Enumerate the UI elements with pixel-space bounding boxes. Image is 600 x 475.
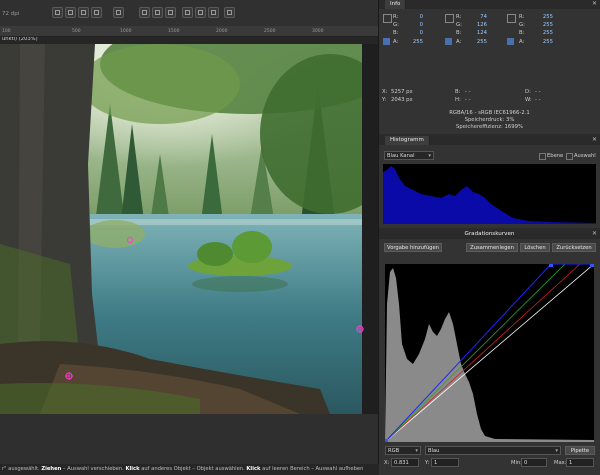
tab-histogram[interactable]: Histogramm — [385, 136, 430, 145]
crosshair-icon[interactable] — [383, 38, 390, 45]
ruler-tick: 2500 — [264, 29, 276, 34]
ruler-tick: 1500 — [168, 29, 180, 34]
curves-channel-select[interactable]: Blau — [425, 446, 561, 456]
histogram-channel-select[interactable]: Blau Kanal — [384, 151, 434, 161]
ruler-tick: 100 — [2, 29, 11, 34]
ruler-tick: 2000 — [216, 29, 228, 34]
align-center-button[interactable] — [152, 7, 163, 18]
ruler-tick: 500 — [72, 29, 81, 34]
memory-usage: Speicherdruck: 3% — [464, 117, 515, 123]
transform-button[interactable] — [65, 7, 76, 18]
align-left-button[interactable] — [139, 7, 150, 18]
canvas-empty-area — [0, 414, 378, 464]
crosshair-icon[interactable] — [445, 38, 452, 45]
cursor-x-value: 5257 px — [391, 89, 413, 95]
crosshair-icon[interactable] — [507, 38, 514, 45]
delete-button[interactable]: Löschen — [520, 243, 550, 252]
close-icon[interactable]: ✕ — [592, 230, 597, 237]
sampler-icon[interactable] — [383, 14, 392, 23]
curve-point[interactable] — [590, 264, 594, 267]
align-top-button[interactable] — [52, 7, 63, 18]
snap-button[interactable] — [113, 7, 124, 18]
crop-button[interactable] — [78, 7, 89, 18]
ruler-tick: 3000 — [312, 29, 324, 34]
ruler-horizontal: 100 500 1000 1500 2000 2500 3000 — [0, 26, 378, 37]
memory-efficiency: Speichereffizienz: 1699% — [455, 124, 524, 130]
curve-y-input[interactable]: 1 — [431, 458, 459, 467]
sampler-icon[interactable] — [445, 14, 454, 23]
align-middle-button[interactable] — [195, 7, 206, 18]
sampler-icon[interactable] — [507, 14, 516, 23]
histogram-graph — [383, 164, 596, 224]
curve-point[interactable] — [549, 264, 553, 267]
align-right-button[interactable] — [165, 7, 176, 18]
cursor-y-value: 2043 px — [391, 97, 413, 103]
histogram-panel: Histogramm ✕ Blau Kanal Ebene Auswahl ⚠ — [379, 136, 600, 228]
color-space-select[interactable]: RGB — [385, 446, 421, 456]
arrange-button[interactable] — [224, 7, 235, 18]
status-bar: r" ausgewählt. Ziehen – Auswahl verschie… — [0, 464, 380, 475]
info-panel: Info ✕ R: 0 G: 0 B: 0 A: 255 R: 74 G: 12… — [379, 0, 600, 134]
selection-checkbox[interactable] — [566, 153, 573, 160]
grid-button[interactable] — [91, 7, 102, 18]
curves-graph[interactable] — [385, 264, 594, 442]
pipette-button[interactable]: Pipette — [565, 446, 595, 455]
color-profile: RGBA/16 - sRGB IEC61966-2.1 — [449, 110, 530, 116]
lake-forest-photo — [0, 44, 378, 414]
add-preset-button[interactable]: Vorgabe hinzufügen — [384, 243, 442, 252]
close-icon[interactable]: ✕ — [592, 136, 597, 143]
align-bottom-button[interactable] — [182, 7, 193, 18]
curve-max-input[interactable]: 1 — [566, 458, 594, 467]
merge-button[interactable]: Zusammenlegen — [466, 243, 518, 252]
dpi-label: 72 dpi — [2, 11, 20, 17]
tab-info[interactable]: Info — [385, 0, 407, 9]
curve-point[interactable] — [385, 439, 388, 442]
layer-checkbox[interactable] — [539, 153, 546, 160]
curve-min-input[interactable]: 0 — [521, 458, 547, 467]
reset-button[interactable]: Zurücksetzen — [552, 243, 596, 252]
ruler-tick: 1000 — [120, 29, 132, 34]
close-icon[interactable]: ✕ — [592, 0, 597, 7]
distribute-button[interactable] — [208, 7, 219, 18]
image-canvas[interactable] — [0, 44, 378, 414]
curves-panel: Gradationskurven ✕ Vorgabe hinzufügen Zu… — [379, 230, 600, 475]
curves-title: Gradationskurven — [379, 230, 600, 239]
top-toolbar: 72 dpi — [0, 0, 378, 27]
curve-x-input[interactable]: 0.831 — [391, 458, 419, 467]
